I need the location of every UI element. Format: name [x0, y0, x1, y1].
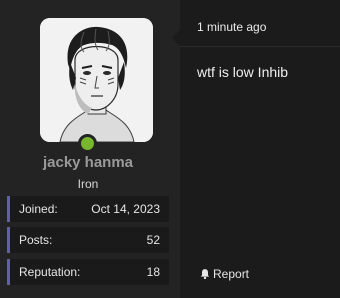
avatar[interactable] [40, 18, 153, 142]
stat-reputation-value: 18 [146, 265, 160, 279]
stat-reputation-label: Reputation: [19, 265, 81, 279]
avatar-illustration [40, 18, 153, 142]
stat-joined: Joined: Oct 14, 2023 [7, 196, 169, 222]
bell-icon [199, 268, 211, 280]
forum-post: jacky hanma Iron Joined: Oct 14, 2023 Po… [0, 0, 340, 298]
post-timestamp[interactable]: 1 minute ago [197, 20, 266, 34]
report-button[interactable]: Report [199, 267, 249, 281]
avatar-container [40, 18, 153, 153]
username[interactable]: jacky hanma [0, 154, 176, 171]
user-title: Iron [77, 177, 99, 191]
message-pointer [172, 30, 180, 46]
report-label: Report [213, 267, 250, 281]
stat-posts-label: Posts: [19, 233, 53, 247]
stat-posts-value[interactable]: 52 [147, 233, 160, 247]
stat-joined-value: Oct 14, 2023 [91, 202, 160, 216]
message-panel: 1 minute ago wtf is low Inhib Report [172, 0, 340, 298]
header-divider [180, 46, 340, 47]
post-body: wtf is low Inhib [197, 64, 289, 80]
stat-posts: Posts: 52 [7, 227, 169, 253]
user-info-panel: jacky hanma Iron Joined: Oct 14, 2023 Po… [0, 0, 180, 298]
stat-joined-label: Joined: [19, 202, 58, 216]
online-status-indicator [78, 134, 97, 153]
stat-reputation: Reputation: 18 [7, 259, 169, 285]
